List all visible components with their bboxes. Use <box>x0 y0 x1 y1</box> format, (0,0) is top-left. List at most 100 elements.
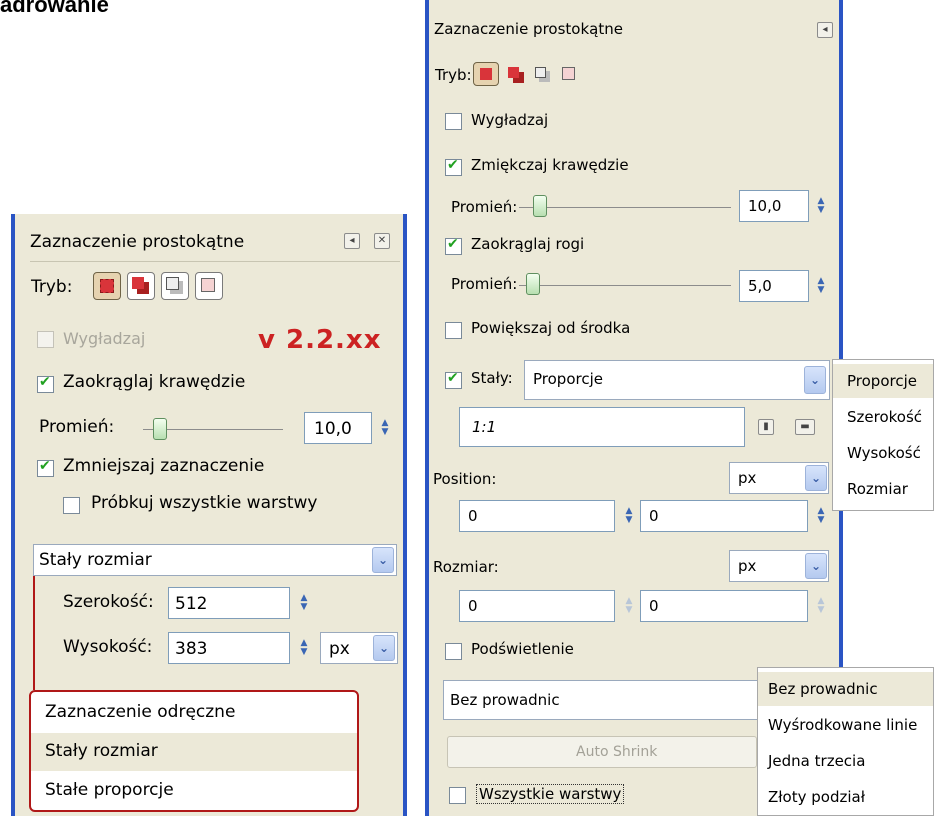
panel-menu-arrow-icon[interactable]: ◂ <box>344 233 360 249</box>
width-spinner-icon[interactable]: ▲ ▼ <box>296 589 312 617</box>
mode-subtract-icon <box>166 277 179 290</box>
rounded-radius-input[interactable]: 5,0 <box>739 270 809 302</box>
ratio-input[interactable]: 1:1 <box>459 407 745 447</box>
feather-radius-input[interactable]: 10,0 <box>739 190 809 222</box>
size-height-value: 0 <box>649 597 659 615</box>
option-freehand[interactable]: Zaznaczenie odręczne <box>31 694 357 732</box>
position-y-input[interactable]: 0 <box>640 500 808 532</box>
rounded-corners-checkbox[interactable] <box>445 236 462 255</box>
sample-all-layers-checkbox[interactable] <box>63 497 80 514</box>
fixed-mode-select[interactable]: Proporcje <box>524 360 830 400</box>
menu-item-size[interactable]: Rozmiar <box>833 472 933 506</box>
menu-item-height[interactable]: Wysokość <box>833 436 933 470</box>
shrink-selection-checkbox[interactable] <box>37 458 54 477</box>
size-width-value: 0 <box>468 597 478 615</box>
menu-item-golden-sections-label: Złoty podział <box>768 788 865 806</box>
mode-replace-icon <box>480 68 492 80</box>
landscape-icon[interactable]: ▬ <box>795 419 815 435</box>
antialias-checkbox[interactable] <box>445 113 462 130</box>
antialias-label: Wygładzaj <box>63 329 146 348</box>
size-height-spinner-icon[interactable]: ▲ ▼ <box>813 592 829 620</box>
height-label: Wysokość: <box>63 637 153 657</box>
position-x-spinner-icon[interactable]: ▲ ▼ <box>621 502 637 530</box>
size-height-input[interactable]: 0 <box>640 590 808 622</box>
mode-replace-button[interactable] <box>473 62 499 86</box>
feather-edges-checkbox[interactable] <box>445 157 462 176</box>
menu-item-height-label: Wysokość <box>847 444 921 462</box>
mode-label: Tryb: <box>435 66 472 84</box>
rounded-radius-slider-track[interactable] <box>519 285 731 286</box>
menu-item-size-label: Rozmiar <box>847 480 908 498</box>
highlight-checkbox[interactable] <box>445 643 462 660</box>
antialias-label: Wygładzaj <box>471 111 549 129</box>
fixed-mode-menu: Proporcje Szerokość Wysokość Rozmiar <box>832 359 934 511</box>
rounded-radius-value: 5,0 <box>748 277 772 295</box>
fixed-checkbox[interactable] <box>445 370 462 389</box>
menu-item-no-guides[interactable]: Bez prowadnic <box>758 672 933 706</box>
antialias-checkbox[interactable] <box>37 331 54 348</box>
feather-radius-label: Promień: <box>451 198 518 216</box>
position-y-spinner-icon[interactable]: ▲ ▼ <box>813 502 829 530</box>
radius-spinner-icon[interactable]: ▲ ▼ <box>377 414 393 442</box>
chevron-down-icon[interactable]: ⌄ <box>372 547 394 573</box>
fixed-chevron-down-icon[interactable]: ⌄ <box>804 366 826 394</box>
mode-add-icon[interactable] <box>508 67 519 78</box>
fixed-mode-value: Proporcje <box>533 370 603 388</box>
mode-replace-button[interactable] <box>93 272 121 300</box>
menu-item-center-lines[interactable]: Wyśrodkowane linie <box>758 708 933 742</box>
menu-item-proportions[interactable]: Proporcje <box>833 364 933 398</box>
radius-input[interactable]: 10,0 <box>304 412 372 444</box>
position-x-value: 0 <box>468 507 478 525</box>
feather-radius-slider-track[interactable] <box>519 207 731 208</box>
rounded-edges-checkbox[interactable] <box>37 374 54 393</box>
width-input[interactable]: 512 <box>168 587 290 619</box>
mode-add-button[interactable] <box>127 272 155 300</box>
option-fixed-size-label: Stały rozmiar <box>45 741 158 761</box>
sample-all-layers-label: Próbkuj wszystkie warstwy <box>91 493 318 513</box>
portrait-icon[interactable]: ▮ <box>758 419 774 435</box>
all-layers-checkbox[interactable] <box>449 787 466 804</box>
expand-from-center-label: Powiększaj od środka <box>471 319 631 337</box>
option-fixed-ratio-label: Stałe proporcje <box>45 780 174 800</box>
option-fixed-size[interactable]: Stały rozmiar <box>31 733 357 771</box>
menu-item-rule-of-thirds-label: Jedna trzecia <box>768 752 866 770</box>
mode-intersect-button[interactable] <box>195 272 223 300</box>
position-x-input[interactable]: 0 <box>459 500 615 532</box>
rounded-radius-slider-handle[interactable] <box>526 273 540 295</box>
auto-shrink-button[interactable]: Auto Shrink <box>447 736 757 768</box>
rounded-radius-label: Promień: <box>451 275 518 293</box>
menu-item-width[interactable]: Szerokość <box>833 400 933 434</box>
menu-item-rule-of-thirds[interactable]: Jedna trzecia <box>758 744 933 778</box>
expand-from-center-checkbox[interactable] <box>445 322 462 339</box>
mode-subtract-button[interactable] <box>161 272 189 300</box>
panel-menu-arrow-icon[interactable]: ◂ <box>817 22 833 38</box>
highlight-label: Podświetlenie <box>471 640 574 658</box>
guides-value: Bez prowadnic <box>450 691 560 709</box>
mode-add-icon <box>132 277 144 289</box>
mode-subtract-icon[interactable] <box>535 67 546 78</box>
position-label: Position: <box>433 470 497 488</box>
feather-radius-slider-handle[interactable] <box>533 195 547 217</box>
close-icon[interactable]: ✕ <box>374 233 390 249</box>
size-unit-chevron-down-icon[interactable]: ⌄ <box>805 553 827 579</box>
option-fixed-ratio[interactable]: Stałe proporcje <box>31 772 357 810</box>
size-width-spinner-icon[interactable]: ▲ ▼ <box>621 592 637 620</box>
radius-slider-handle[interactable] <box>153 418 167 440</box>
left-tool-options-panel: Zaznaczenie prostokątne ◂ ✕ Tryb: Wygład… <box>11 214 407 816</box>
height-input[interactable]: 383 <box>168 632 290 664</box>
menu-item-no-guides-label: Bez prowadnic <box>768 680 878 698</box>
feather-radius-value: 10,0 <box>748 197 782 215</box>
right-panel-title: Zaznaczenie prostokątne <box>434 20 623 38</box>
rounded-radius-spinner-icon[interactable]: ▲ ▼ <box>813 272 829 300</box>
guides-select[interactable]: Bez prowadnic <box>443 680 761 720</box>
feather-radius-spinner-icon[interactable]: ▲ ▼ <box>813 192 829 220</box>
callout-line <box>33 576 35 690</box>
fixed-size-select[interactable]: Stały rozmiar <box>33 544 397 576</box>
height-spinner-icon[interactable]: ▲ ▼ <box>296 634 312 662</box>
size-width-input[interactable]: 0 <box>459 590 615 622</box>
unit-chevron-down-icon[interactable]: ⌄ <box>373 635 395 661</box>
width-label: Szerokość: <box>63 592 154 612</box>
mode-intersect-icon[interactable] <box>562 67 575 80</box>
menu-item-golden-sections[interactable]: Złoty podział <box>758 780 933 814</box>
position-unit-chevron-down-icon[interactable]: ⌄ <box>805 465 827 491</box>
